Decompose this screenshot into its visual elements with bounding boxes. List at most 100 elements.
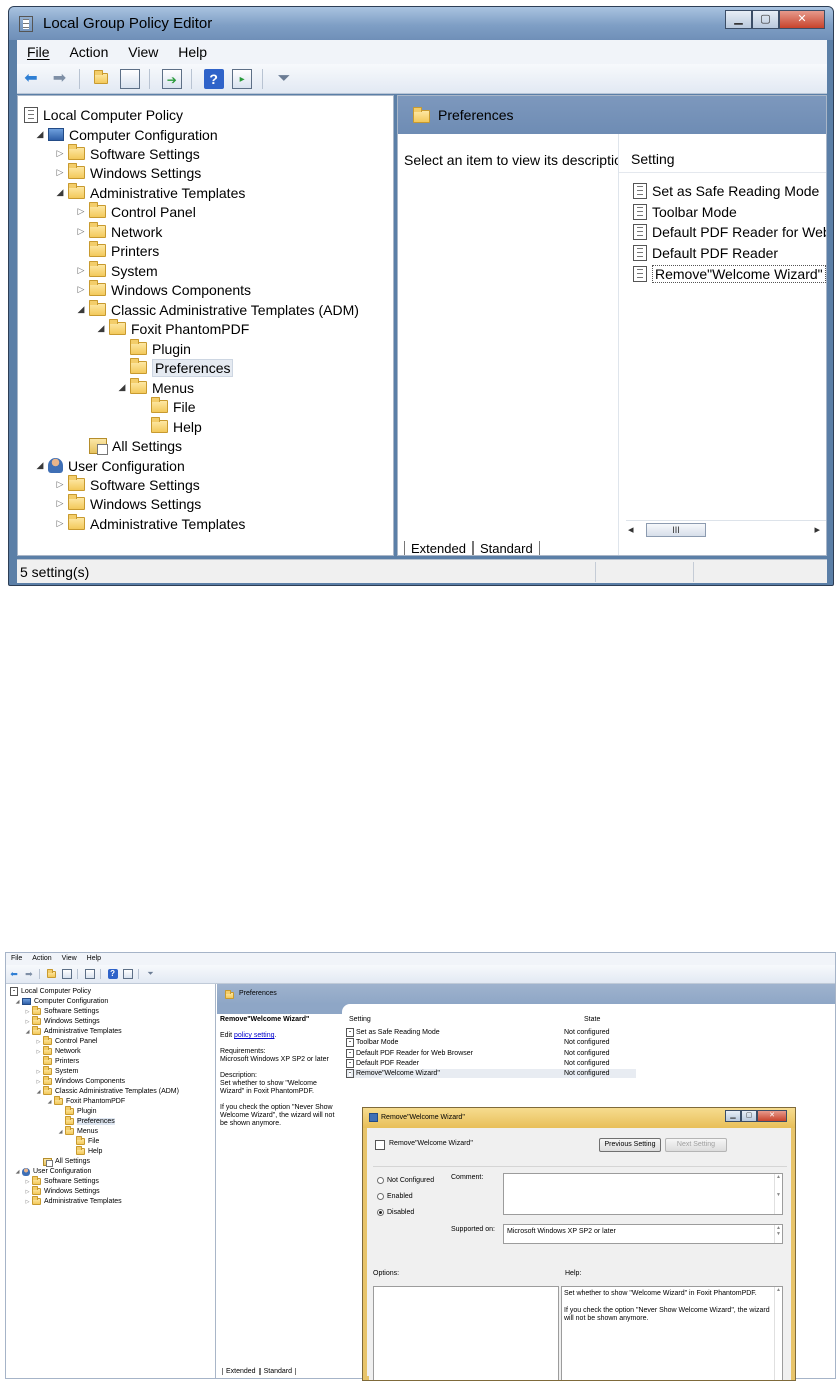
expand-arrow-icon[interactable]: ▷ bbox=[35, 1039, 42, 1045]
filter-icon[interactable]: ⏷ bbox=[145, 969, 155, 979]
tree-item-user-windows-settings[interactable]: ▷ Windows Settings bbox=[54, 494, 201, 513]
show-hide-tree-icon[interactable] bbox=[61, 969, 72, 979]
radio-circle[interactable] bbox=[377, 1177, 384, 1184]
menu-help[interactable]: Help bbox=[168, 40, 213, 60]
tree-item-menus[interactable]: ◢ Menus bbox=[57, 1126, 98, 1136]
radio-enabled[interactable]: Enabled bbox=[377, 1193, 413, 1200]
setting-row[interactable]: Toolbar Mode Not configured bbox=[346, 1038, 636, 1047]
expand-arrow-icon[interactable]: ▷ bbox=[75, 284, 87, 295]
column-header-state[interactable]: State bbox=[584, 1016, 600, 1023]
collapse-arrow-icon[interactable]: ◢ bbox=[57, 1129, 64, 1135]
filter-icon[interactable]: ⏷ bbox=[274, 69, 294, 89]
tree-item-classic-adm[interactable]: ◢ Classic Administrative Templates (ADM) bbox=[35, 1086, 179, 1096]
forward-arrow-icon[interactable]: ➡ bbox=[49, 69, 69, 89]
expand-arrow-icon[interactable]: ▷ bbox=[24, 1199, 31, 1205]
setting-row[interactable]: Set as Safe Reading Mode Not configured bbox=[346, 1028, 636, 1037]
collapse-arrow-icon[interactable]: ◢ bbox=[14, 1169, 21, 1175]
dialog-title-bar[interactable]: Remove"Welcome Wizard" ▁ ▢ ✕ bbox=[363, 1108, 795, 1128]
tree-item-file[interactable]: File bbox=[149, 397, 196, 416]
tree-item-windows-settings[interactable]: ▷ Windows Settings bbox=[24, 1016, 100, 1026]
tree-item-menus[interactable]: ◢ Menus bbox=[116, 378, 194, 397]
tree-item-printers[interactable]: Printers bbox=[42, 1056, 79, 1066]
tree-item-user-configuration[interactable]: ◢ User Configuration bbox=[34, 456, 185, 475]
collapse-arrow-icon[interactable]: ◢ bbox=[34, 460, 46, 471]
expand-arrow-icon[interactable]: ▷ bbox=[35, 1049, 42, 1055]
expand-arrow-icon[interactable]: ▷ bbox=[54, 518, 66, 529]
menu-action[interactable]: Action bbox=[27, 953, 54, 962]
expand-arrow-icon[interactable]: ▷ bbox=[75, 226, 87, 237]
scroll-left-icon[interactable]: ◂ bbox=[628, 523, 634, 536]
help-icon[interactable]: ? bbox=[203, 69, 224, 89]
tree-item-user-configuration[interactable]: ◢ User Configuration bbox=[14, 1167, 91, 1176]
tree-item-network[interactable]: ▷ Network bbox=[75, 222, 162, 241]
tab-standard[interactable]: Standard bbox=[259, 1368, 297, 1375]
expand-arrow-icon[interactable]: ▷ bbox=[35, 1079, 42, 1085]
radio-disabled[interactable]: Disabled bbox=[377, 1209, 414, 1216]
expand-arrow-icon[interactable]: ▷ bbox=[75, 206, 87, 217]
tab-standard[interactable]: Standard bbox=[472, 541, 540, 555]
tree-item-user-administrative-templates[interactable]: ▷ Administrative Templates bbox=[54, 514, 245, 533]
tree-item-administrative-templates[interactable]: ◢ Administrative Templates bbox=[24, 1026, 122, 1036]
menu-help[interactable]: Help bbox=[82, 953, 104, 962]
setting-item-selected[interactable]: Remove"Welcome Wizard" bbox=[633, 265, 826, 283]
close-button[interactable]: ✕ bbox=[779, 10, 825, 29]
expand-arrow-icon[interactable]: ▷ bbox=[54, 148, 66, 159]
tree-item-software-settings[interactable]: ▷ Software Settings bbox=[54, 144, 200, 163]
help-icon[interactable]: ? bbox=[107, 969, 118, 979]
minimize-button[interactable]: ▁ bbox=[725, 10, 752, 29]
tree-item-system[interactable]: ▷ System bbox=[75, 261, 158, 280]
radio-not-configured[interactable]: Not Configured bbox=[377, 1177, 434, 1184]
tree-item-help[interactable]: Help bbox=[149, 417, 202, 436]
menu-file[interactable]: File bbox=[17, 40, 56, 60]
tree-item-user-software-settings[interactable]: ▷ Software Settings bbox=[54, 475, 200, 494]
scroll-right-icon[interactable]: ▸ bbox=[814, 523, 820, 536]
collapse-arrow-icon[interactable]: ◢ bbox=[35, 1089, 42, 1095]
tree-item-all-settings[interactable]: All Settings bbox=[87, 436, 182, 455]
expand-arrow-icon[interactable]: ▷ bbox=[24, 1009, 31, 1015]
supported-scrollbar[interactable]: ▲ ▼ bbox=[774, 1225, 782, 1243]
setting-item[interactable]: Set as Safe Reading Mode bbox=[633, 183, 819, 199]
setting-row[interactable]: Default PDF Reader for Web Browser Not co… bbox=[346, 1049, 636, 1058]
tree-item-user-windows-settings[interactable]: ▷ Windows Settings bbox=[24, 1186, 100, 1196]
setting-item[interactable]: Default PDF Reader bbox=[633, 245, 778, 261]
expand-arrow-icon[interactable]: ▷ bbox=[24, 1189, 31, 1195]
previous-setting-button[interactable]: Previous Setting bbox=[599, 1138, 661, 1152]
tree-item-computer-configuration[interactable]: ◢ Computer Configuration bbox=[34, 125, 218, 144]
forward-arrow-icon[interactable]: ➡ bbox=[24, 969, 34, 979]
maximize-button[interactable]: ▢ bbox=[741, 1110, 757, 1122]
tree-item-help[interactable]: Help bbox=[75, 1146, 102, 1156]
title-bar[interactable]: Local Group Policy Editor ▁ ▢ ✕ bbox=[9, 7, 833, 40]
tree-item-all-settings[interactable]: All Settings bbox=[42, 1157, 90, 1167]
collapse-arrow-icon[interactable]: ◢ bbox=[54, 187, 66, 198]
tree-item-computer-configuration[interactable]: ◢ Computer Configuration bbox=[14, 997, 108, 1006]
tree-item-windows-components[interactable]: ▷ Windows Components bbox=[35, 1076, 125, 1086]
tree-item-classic-adm[interactable]: ◢ Classic Administrative Templates (ADM) bbox=[75, 300, 359, 319]
collapse-arrow-icon[interactable]: ◢ bbox=[95, 323, 107, 334]
collapse-arrow-icon[interactable]: ◢ bbox=[24, 1029, 31, 1035]
menu-file[interactable]: File bbox=[6, 953, 25, 962]
column-header-setting[interactable]: Setting bbox=[349, 1016, 371, 1023]
collapse-arrow-icon[interactable]: ◢ bbox=[34, 129, 46, 140]
collapse-arrow-icon[interactable]: ◢ bbox=[46, 1099, 53, 1105]
tree-item-printers[interactable]: Printers bbox=[87, 241, 159, 260]
scroll-thumb[interactable]: III bbox=[646, 523, 706, 537]
tree-item-plugin[interactable]: Plugin bbox=[128, 339, 191, 358]
properties-icon[interactable] bbox=[122, 969, 133, 979]
tree-item-administrative-templates[interactable]: ◢ Administrative Templates bbox=[54, 183, 245, 202]
up-folder-icon[interactable] bbox=[91, 69, 111, 89]
maximize-button[interactable]: ▢ bbox=[752, 10, 779, 29]
expand-arrow-icon[interactable]: ▷ bbox=[24, 1019, 31, 1025]
tree-item-user-software-settings[interactable]: ▷ Software Settings bbox=[24, 1176, 99, 1186]
tree-item-foxit-phantompdf[interactable]: ◢ Foxit PhantomPDF bbox=[95, 319, 249, 338]
tree-item-windows-settings[interactable]: ▷ Windows Settings bbox=[54, 163, 201, 182]
tree-item-system[interactable]: ▷ System bbox=[35, 1066, 78, 1076]
show-hide-tree-icon[interactable] bbox=[119, 69, 140, 89]
expand-arrow-icon[interactable]: ▷ bbox=[24, 1179, 31, 1185]
expand-arrow-icon[interactable]: ▷ bbox=[35, 1069, 42, 1075]
tree-item-user-administrative-templates[interactable]: ▷ Administrative Templates bbox=[24, 1196, 122, 1206]
tree-item-plugin[interactable]: Plugin bbox=[64, 1106, 96, 1116]
tab-extended[interactable]: Extended bbox=[404, 541, 473, 555]
collapse-arrow-icon[interactable]: ◢ bbox=[75, 304, 87, 315]
menu-view[interactable]: View bbox=[118, 40, 164, 60]
setting-item[interactable]: Toolbar Mode bbox=[633, 204, 737, 220]
